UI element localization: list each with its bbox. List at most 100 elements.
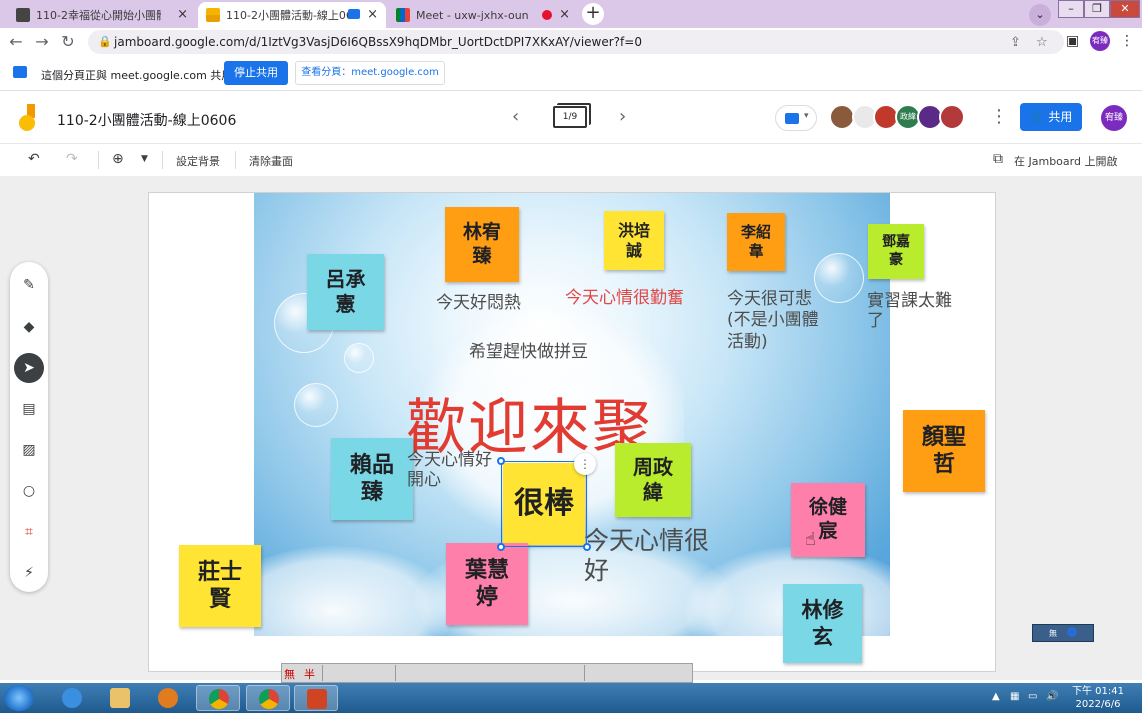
selection-outline bbox=[501, 461, 587, 547]
ime-width-label[interactable]: 半 bbox=[304, 666, 315, 682]
profile-avatar[interactable]: 宥臻 bbox=[1090, 31, 1110, 51]
monitor-icon[interactable]: ▭ bbox=[1028, 691, 1037, 702]
toolbar-divider bbox=[98, 151, 99, 169]
taskbar-app-ie[interactable] bbox=[50, 685, 94, 711]
person-icon: 👤 bbox=[1029, 110, 1049, 124]
stop-sharing-button[interactable]: 停止共用 bbox=[224, 61, 288, 85]
resize-handle[interactable] bbox=[497, 543, 505, 551]
open-in-app-icon: ⧉ bbox=[993, 151, 1003, 167]
address-bar[interactable]: 🔒 jamboard.google.com/d/1IztVg3VasjD6I6Q… bbox=[88, 30, 1064, 54]
sticky-note[interactable]: 葉慧 婷 bbox=[446, 543, 528, 625]
circle-shape-icon[interactable]: ○ bbox=[14, 476, 44, 506]
sticky-note-icon[interactable]: ▤ bbox=[14, 394, 44, 424]
text-box[interactable]: 今天心情好 開心 bbox=[407, 450, 492, 491]
taskbar-app-explorer[interactable] bbox=[98, 685, 142, 711]
minimize-button[interactable]: – bbox=[1058, 0, 1084, 18]
laser-icon[interactable]: ⚡ bbox=[14, 558, 44, 588]
taskbar-app-chrome[interactable] bbox=[196, 685, 240, 711]
taskbar-app-chrome-profile[interactable] bbox=[246, 685, 290, 711]
sticky-note[interactable]: 莊士 賢 bbox=[179, 545, 261, 627]
eraser-icon[interactable]: ◆ bbox=[14, 312, 44, 342]
powerpoint-icon bbox=[307, 689, 327, 709]
window-close-button[interactable]: ✕ bbox=[1110, 0, 1140, 18]
tab-search-button[interactable]: ⌄ bbox=[1029, 4, 1051, 26]
network-icon[interactable]: ▦ bbox=[1010, 691, 1019, 702]
jam-frame[interactable]: 歡迎來聚 林宥 臻 洪培 誠 李紹 韋 鄧嘉 豪 呂承 憲 顏聖 哲 賴品 臻 … bbox=[148, 192, 996, 672]
back-button[interactable]: ← bbox=[6, 32, 26, 52]
sticky-note[interactable]: 李紹 韋 bbox=[727, 213, 785, 271]
sticky-note[interactable]: 呂承 憲 bbox=[307, 254, 384, 330]
zoom-icon[interactable]: ⊕ bbox=[112, 151, 124, 167]
text-box[interactable]: 希望趕快做拼豆 bbox=[469, 342, 588, 362]
chevron-right-icon[interactable]: › bbox=[619, 106, 626, 127]
share-icon[interactable]: ⇪ bbox=[1010, 35, 1021, 50]
jamboard-logo-icon bbox=[19, 104, 35, 131]
undo-icon[interactable]: ↶ bbox=[28, 151, 40, 167]
sticky-note[interactable]: 洪培 誠 bbox=[604, 211, 664, 270]
text-box[interactable]: 實習課太難 了 bbox=[867, 291, 952, 332]
jam-title[interactable]: 110-2小團體活動-線上0606 bbox=[57, 110, 236, 130]
close-icon[interactable]: × bbox=[177, 7, 188, 22]
account-avatar[interactable]: 宥臻 bbox=[1101, 105, 1127, 131]
close-icon[interactable]: × bbox=[559, 7, 570, 22]
collaborator-avatar[interactable] bbox=[939, 104, 965, 130]
system-clock[interactable]: 下午 01:41 2022/6/6 bbox=[1068, 685, 1128, 711]
windows-start-icon[interactable] bbox=[4, 685, 34, 711]
share-button[interactable]: 👤 共用 bbox=[1020, 103, 1082, 131]
sticky-note[interactable]: 鄧嘉 豪 bbox=[868, 224, 924, 279]
present-button[interactable]: ▾ bbox=[775, 105, 817, 131]
tab-guidance[interactable]: 110-2幸福從心開始小團體輔導手 × bbox=[8, 2, 196, 28]
redo-icon[interactable]: ↷ bbox=[66, 151, 78, 167]
clear-frame-button[interactable]: 清除畫面 bbox=[249, 153, 293, 169]
text-box[interactable]: 今天心情很 好 bbox=[584, 526, 709, 586]
resize-handle[interactable] bbox=[583, 543, 591, 551]
sticky-note[interactable]: 周政 緯 bbox=[615, 443, 691, 517]
taskbar-app-powerpoint[interactable] bbox=[294, 685, 338, 711]
forward-button[interactable]: → bbox=[32, 32, 52, 52]
more-options-icon[interactable]: ⋮ bbox=[574, 453, 596, 475]
help-icon[interactable] bbox=[1067, 627, 1077, 637]
text-box[interactable]: 今天很可悲 (不是小團體 活動) bbox=[727, 289, 819, 353]
open-in-jamboard-button[interactable]: 在 Jamboard 上開啟 bbox=[1014, 153, 1117, 169]
new-tab-button[interactable]: + bbox=[582, 3, 604, 25]
frame-pager[interactable]: 1/9 bbox=[553, 106, 587, 128]
media-player-icon bbox=[158, 688, 178, 708]
text-box[interactable]: 今天心情很勤奮 bbox=[565, 288, 684, 308]
sticky-note[interactable]: 賴品 臻 bbox=[331, 438, 413, 520]
text-box[interactable]: 今天好悶熱 bbox=[436, 293, 521, 313]
view-tab-button[interactable]: 查看分頁：meet.google.com bbox=[295, 61, 445, 85]
select-cursor-icon[interactable]: ➤ bbox=[14, 353, 44, 383]
ime-mode-label[interactable]: 無 bbox=[284, 666, 295, 682]
chevron-left-icon[interactable]: ‹ bbox=[512, 106, 519, 127]
close-icon[interactable]: × bbox=[367, 7, 378, 22]
chevron-down-icon: ▾ bbox=[804, 111, 809, 121]
bubble-decoration bbox=[814, 253, 864, 303]
resize-handle[interactable] bbox=[497, 457, 505, 465]
ime-bar[interactable]: 無 半 bbox=[281, 663, 693, 683]
volume-icon[interactable]: 🔊 bbox=[1046, 691, 1058, 702]
set-background-button[interactable]: 設定背景 bbox=[176, 153, 220, 169]
reload-button[interactable]: ↻ bbox=[58, 32, 78, 52]
text-box-icon[interactable]: ⌗ bbox=[14, 517, 44, 547]
language-bar[interactable]: 無 bbox=[1032, 624, 1094, 642]
toolbar-divider bbox=[162, 151, 163, 169]
sharing-icon bbox=[348, 9, 360, 19]
image-icon[interactable]: ▨ bbox=[14, 435, 44, 465]
tab-jamboard[interactable]: 110-2小團體活動-線上0606 × bbox=[198, 2, 386, 28]
taskbar-app-media[interactable] bbox=[146, 685, 190, 711]
pen-icon[interactable]: ✎ bbox=[14, 270, 44, 300]
browser-menu-icon[interactable]: ⋮ bbox=[1120, 33, 1134, 49]
tab-meet[interactable]: Meet - uxw-jxhx-oun × bbox=[388, 2, 578, 28]
ime-divider bbox=[584, 665, 585, 681]
sticky-note[interactable]: 徐健 宸 bbox=[791, 483, 865, 557]
chevron-down-icon[interactable]: ▼ bbox=[141, 154, 148, 164]
side-panel-icon[interactable]: ▣ bbox=[1066, 33, 1079, 49]
more-options-icon[interactable]: ⋮ bbox=[990, 106, 1008, 127]
sticky-note[interactable]: 顏聖 哲 bbox=[903, 410, 985, 492]
sticky-note[interactable]: 林宥 臻 bbox=[445, 207, 519, 282]
tray-expand-icon[interactable]: ▲ bbox=[992, 691, 1000, 702]
bookmark-star-icon[interactable]: ☆ bbox=[1036, 35, 1048, 50]
chrome-icon bbox=[259, 689, 279, 709]
sticky-note[interactable]: 林修 玄 bbox=[783, 584, 862, 663]
maximize-button[interactable]: ❐ bbox=[1084, 0, 1110, 18]
